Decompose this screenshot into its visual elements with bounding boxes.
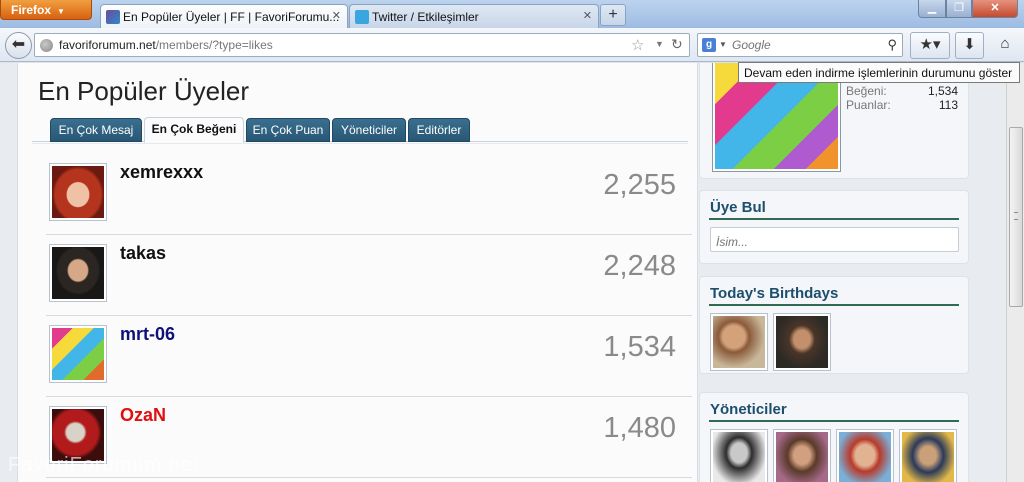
globe-icon: [40, 39, 53, 52]
avatar[interactable]: [710, 313, 768, 371]
like-count: 1,480: [603, 412, 676, 444]
bookmarks-button[interactable]: ★▾: [910, 32, 950, 59]
reload-icon[interactable]: ↻: [671, 36, 683, 53]
member-row: mrt-06 1,534: [46, 316, 692, 397]
browser-tab-title: En Popüler Üyeler | FF | FavoriForumu...: [123, 10, 340, 24]
birthdays-box: Today's Birthdays: [699, 276, 969, 374]
page-content: En Popüler Üyeler En Çok Mesaj En Çok Be…: [0, 63, 1006, 482]
vertical-scrollbar[interactable]: [1006, 63, 1024, 482]
avatar[interactable]: [836, 429, 894, 482]
restore-icon: ❐: [954, 2, 964, 14]
minimize-button[interactable]: ▁: [918, 0, 946, 18]
grip-icon: [1014, 212, 1018, 220]
find-member-heading: Üye Bul: [710, 199, 766, 216]
close-icon[interactable]: ✕: [583, 9, 592, 22]
like-count: 1,534: [603, 331, 676, 363]
page-title: En Popüler Üyeler: [38, 76, 249, 106]
bookmark-star-icon[interactable]: ☆: [631, 36, 644, 54]
browser-tab-title: Twitter / Etkileşimler: [372, 10, 479, 24]
plus-icon: +: [608, 6, 618, 23]
download-arrow-icon: ⬇: [963, 36, 976, 53]
points-value: 113: [938, 98, 958, 112]
url-domain: favoriforumum.net: [59, 38, 156, 52]
search-input[interactable]: [732, 38, 872, 52]
browser-title-bar: Firefox ▼ En Popüler Üyeler | FF | Favori…: [0, 0, 1024, 28]
member-row: xemrexxx 2,255: [46, 154, 692, 235]
member-row: takas 2,248: [46, 235, 692, 316]
home-button[interactable]: ⌂: [991, 32, 1019, 59]
home-icon: ⌂: [1000, 35, 1010, 52]
close-icon[interactable]: ✕: [332, 9, 341, 22]
chevron-down-icon[interactable]: ▼: [655, 39, 664, 49]
search-icon[interactable]: ⚲: [887, 37, 897, 53]
birthdays-heading: Today's Birthdays: [710, 285, 839, 302]
main-panel: En Popüler Üyeler En Çok Mesaj En Çok Be…: [17, 63, 698, 482]
avatar[interactable]: [49, 163, 107, 221]
member-name-link[interactable]: xemrexxx: [120, 162, 203, 183]
url-path: /members/?type=likes: [155, 38, 273, 52]
minimize-icon: ▁: [927, 2, 937, 14]
downloads-tooltip: Devam eden indirme işlemlerinin durumunu…: [738, 62, 1020, 83]
avatar[interactable]: [773, 313, 831, 371]
bookmarks-star-icon: ★▾: [919, 36, 941, 53]
member-list-tabs: En Çok Mesaj En Çok Beğeni En Çok Puan Y…: [32, 117, 688, 143]
divider: [32, 143, 688, 144]
close-icon: ✕: [990, 2, 1000, 14]
chevron-down-icon: ▼: [57, 7, 65, 16]
member-name-link[interactable]: OzaN: [120, 405, 166, 426]
divider: [709, 420, 959, 422]
like-count: 2,248: [603, 250, 676, 282]
firefox-menu-button[interactable]: Firefox ▼: [0, 0, 92, 20]
divider: [709, 218, 959, 220]
firefox-menu-label: Firefox: [11, 3, 52, 17]
twitter-bird-icon: [355, 10, 369, 24]
chevron-down-icon[interactable]: ▼: [719, 40, 727, 49]
browser-tab-twitter[interactable]: Twitter / Etkileşimler ✕: [349, 4, 599, 28]
tab-administrators[interactable]: Yöneticiler: [332, 118, 406, 142]
member-name-link[interactable]: mrt-06: [120, 324, 175, 345]
downloads-button[interactable]: ⬇: [955, 32, 984, 59]
tab-most-points[interactable]: En Çok Puan: [246, 118, 330, 142]
tab-most-likes[interactable]: En Çok Beğeni: [144, 117, 244, 143]
avatar[interactable]: [49, 244, 107, 302]
search-bar[interactable]: g ▼ ⚲: [697, 33, 903, 57]
google-icon[interactable]: g: [702, 38, 716, 52]
likes-value: 1,534: [927, 84, 958, 98]
avatar[interactable]: [710, 429, 768, 482]
site-favicon-icon: [106, 10, 120, 24]
tab-most-messages[interactable]: En Çok Mesaj: [50, 118, 142, 142]
points-label: Puanlar:: [846, 98, 891, 112]
member-search-input[interactable]: [710, 227, 959, 252]
watermark: FavoriForumum.net: [8, 454, 200, 476]
arrow-left-icon: ⬅: [11, 36, 26, 53]
find-member-box: Üye Bul: [699, 190, 969, 264]
likes-label: Beğeni:: [846, 84, 887, 98]
tab-editors[interactable]: Editörler: [408, 118, 470, 142]
sidebar: Beğeni: 1,534 Puanlar: 113 Üye Bul Today…: [698, 63, 970, 482]
divider: [709, 304, 959, 306]
member-name-link[interactable]: takas: [120, 243, 166, 264]
maximize-button[interactable]: ❐: [946, 0, 972, 18]
avatar[interactable]: [899, 429, 957, 482]
address-bar[interactable]: favoriforumum.net/members/?type=likes ☆ …: [34, 33, 690, 57]
scrollbar-thumb[interactable]: [1009, 127, 1023, 307]
browser-tab-active[interactable]: En Popüler Üyeler | FF | FavoriForumu...…: [100, 4, 348, 28]
url-text[interactable]: favoriforumum.net/members/?type=likes: [59, 38, 273, 52]
navigation-toolbar: ⬅ favoriforumum.net/members/?type=likes …: [0, 28, 1024, 62]
like-count: 2,255: [603, 169, 676, 201]
administrators-box: Yöneticiler: [699, 392, 969, 482]
close-window-button[interactable]: ✕: [972, 0, 1018, 18]
new-tab-button[interactable]: +: [600, 4, 626, 26]
avatar[interactable]: [773, 429, 831, 482]
avatar[interactable]: [49, 325, 107, 383]
back-button[interactable]: ⬅: [5, 32, 32, 59]
administrators-heading: Yöneticiler: [710, 401, 787, 418]
